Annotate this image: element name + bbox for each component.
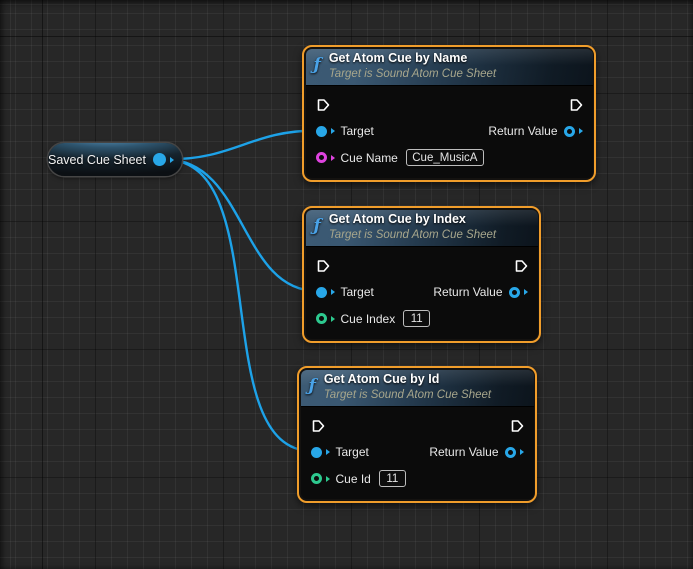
pin-arrow-icon bbox=[330, 289, 335, 296]
node-header: ƒ Get Atom Cue by Name Target is Sound A… bbox=[305, 49, 593, 86]
pin-arrow-icon bbox=[325, 475, 330, 482]
cue-id-pin-label: Cue Id bbox=[335, 471, 371, 486]
pin-arrow-icon bbox=[330, 128, 335, 135]
function-icon: ƒ bbox=[313, 215, 321, 236]
variable-label: Saved Cue Sheet bbox=[48, 152, 146, 167]
pin-arrow-icon bbox=[330, 315, 335, 322]
target-input-pin[interactable]: Target bbox=[315, 285, 374, 300]
target-pin-label: Target bbox=[340, 124, 374, 139]
node-get-atom-cue-by-id[interactable]: ƒ Get Atom Cue by Id Target is Sound Ato… bbox=[297, 366, 537, 503]
object-pin-icon bbox=[310, 446, 322, 458]
target-pin-label: Target bbox=[335, 445, 369, 460]
cue-id-value-input[interactable] bbox=[378, 470, 406, 488]
exec-out-pin[interactable] bbox=[510, 419, 524, 433]
object-pin-icon bbox=[315, 286, 327, 298]
return-pin-label: Return Value bbox=[433, 285, 503, 300]
pin-arrow-icon bbox=[330, 154, 335, 161]
node-subtitle: Target is Sound Atom Cue Sheet bbox=[328, 67, 497, 80]
function-icon: ƒ bbox=[313, 54, 321, 75]
node-get-atom-cue-by-index[interactable]: ƒ Get Atom Cue by Index Target is Sound … bbox=[302, 206, 541, 343]
return-pin-label: Return Value bbox=[488, 124, 558, 139]
name-pin-icon bbox=[315, 152, 327, 164]
node-get-atom-cue-by-name[interactable]: ƒ Get Atom Cue by Name Target is Sound A… bbox=[302, 45, 596, 182]
object-pin-icon bbox=[315, 125, 327, 137]
target-input-pin[interactable]: Target bbox=[310, 445, 369, 460]
return-value-output-pin[interactable]: Return Value bbox=[488, 124, 583, 139]
variable-output-pin[interactable] bbox=[153, 153, 174, 166]
pin-arrow-icon bbox=[325, 449, 330, 456]
object-pin-icon bbox=[508, 286, 520, 298]
wire-to-get-by-name[interactable] bbox=[164, 129, 319, 161]
pin-arrow-icon bbox=[578, 128, 583, 135]
pin-arrow-icon bbox=[170, 156, 174, 163]
cue-name-value-input[interactable] bbox=[405, 149, 484, 167]
node-title: Get Atom Cue by Name bbox=[328, 51, 468, 65]
return-value-output-pin[interactable]: Return Value bbox=[433, 285, 528, 300]
blueprint-graph-canvas[interactable]: Saved Cue Sheet ƒ Get Atom Cue by Name T… bbox=[0, 0, 693, 569]
variable-node-saved-cue-sheet[interactable]: Saved Cue Sheet bbox=[48, 143, 182, 176]
node-title: Get Atom Cue by Id bbox=[323, 372, 440, 386]
pin-arrow-icon bbox=[519, 449, 524, 456]
target-input-pin[interactable]: Target bbox=[315, 124, 374, 139]
exec-in-pin[interactable] bbox=[316, 259, 330, 273]
exec-in-pin[interactable] bbox=[311, 419, 325, 433]
cue-name-pin-label: Cue Name bbox=[340, 150, 398, 165]
object-pin-icon bbox=[504, 446, 516, 458]
wire-to-get-by-index[interactable] bbox=[164, 158, 319, 293]
return-value-output-pin[interactable]: Return Value bbox=[429, 445, 524, 460]
node-title: Get Atom Cue by Index bbox=[328, 212, 466, 226]
node-subtitle: Target is Sound Atom Cue Sheet bbox=[323, 388, 492, 401]
cue-index-input-pin[interactable]: Cue Index bbox=[315, 310, 431, 328]
object-pin-icon bbox=[563, 125, 575, 137]
node-subtitle: Target is Sound Atom Cue Sheet bbox=[328, 228, 497, 241]
function-icon: ƒ bbox=[308, 375, 316, 396]
node-header: ƒ Get Atom Cue by Id Target is Sound Ato… bbox=[300, 370, 534, 407]
object-pin-icon bbox=[153, 153, 166, 166]
exec-in-pin[interactable] bbox=[316, 98, 330, 112]
target-pin-label: Target bbox=[340, 285, 374, 300]
exec-out-pin[interactable] bbox=[569, 98, 583, 112]
node-header: ƒ Get Atom Cue by Index Target is Sound … bbox=[305, 210, 538, 247]
cue-name-input-pin[interactable]: Cue Name bbox=[315, 149, 484, 167]
cue-index-value-input[interactable] bbox=[403, 310, 431, 328]
int-pin-icon bbox=[310, 473, 322, 485]
cue-id-input-pin[interactable]: Cue Id bbox=[310, 470, 406, 488]
wire-to-get-by-id[interactable] bbox=[164, 158, 314, 453]
cue-index-pin-label: Cue Index bbox=[340, 311, 396, 326]
pin-arrow-icon bbox=[523, 289, 528, 296]
int-pin-icon bbox=[315, 313, 327, 325]
return-pin-label: Return Value bbox=[429, 445, 499, 460]
exec-out-pin[interactable] bbox=[514, 259, 528, 273]
